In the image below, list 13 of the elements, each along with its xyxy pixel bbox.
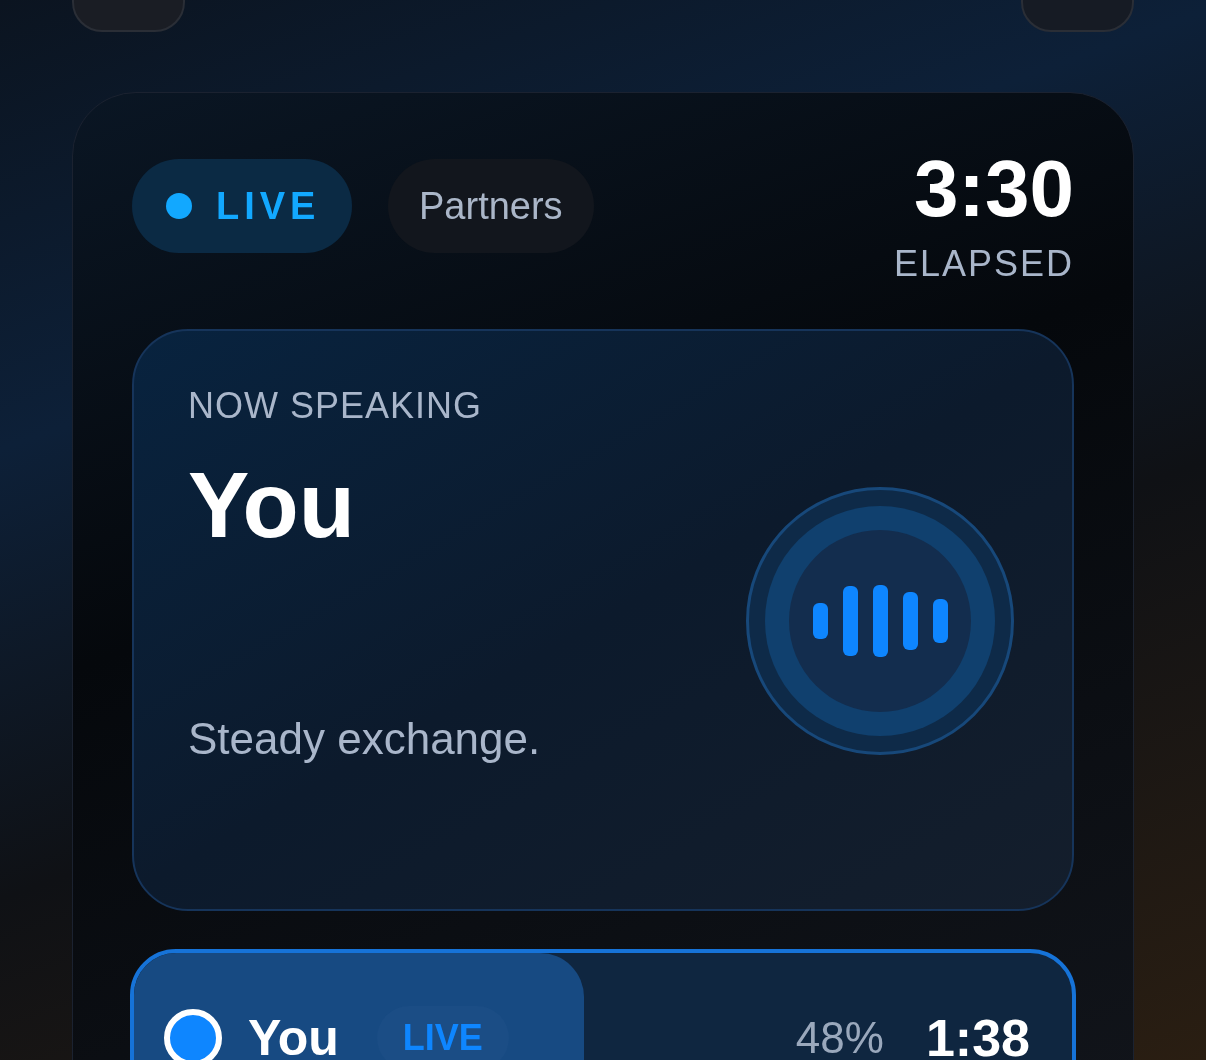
participant-name: You [248, 1008, 339, 1060]
elapsed-time: 3:30 [913, 145, 1074, 233]
live-badge: LIVE [376, 1006, 509, 1060]
speaking-note: Steady exchange. [188, 713, 541, 766]
share-percent: 48% [795, 1012, 884, 1060]
partners-filter[interactable]: Partners [388, 159, 594, 253]
live-label: LIVE [216, 183, 321, 229]
sound-wave-icon [812, 584, 948, 658]
now-speaking-heading: NOW SPEAKING [188, 384, 484, 428]
participant-time: 1:38 [925, 1008, 1030, 1060]
elapsed-caption: ELAPSED [893, 242, 1074, 286]
speaker-name: You [188, 455, 356, 557]
participant-row[interactable]: You LIVE 48% 1:38 [130, 949, 1076, 1060]
